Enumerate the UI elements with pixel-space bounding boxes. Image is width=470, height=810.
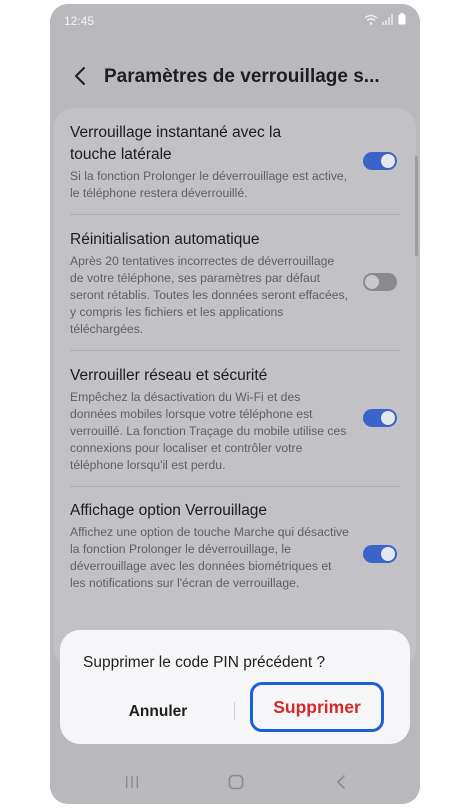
setting-title: Affichage option Verrouillage [70,502,268,519]
toggle-knob [381,547,395,561]
confirm-dialog: Supprimer le code PIN précédent ? Annule… [60,630,410,744]
delete-button[interactable]: Supprimer [250,682,384,732]
instant-lock-toggle[interactable] [363,152,397,170]
setting-auto-reset[interactable]: Réinitialisation automatique Après 20 te… [70,229,400,338]
page-title: Paramètres de verrouillage s... [104,66,380,87]
divider [70,486,400,487]
recents-icon[interactable] [124,774,140,795]
setting-description: Si la fonction Prolonger le déverrouilla… [70,169,348,200]
setting-description: Empêchez la désactivation du Wi-Fi et de… [70,390,347,472]
settings-card: Verrouillage instantané avec la touche l… [54,108,416,668]
status-time: 12:45 [64,14,95,28]
wifi-icon [364,14,378,25]
signal-icon [382,13,394,25]
toggle-knob [381,411,395,425]
status-bar: 12:45 [50,4,420,36]
button-divider [234,702,235,720]
divider [70,214,400,215]
network-lock-toggle[interactable] [363,409,397,427]
toggle-knob [365,275,379,289]
status-icons [364,13,406,25]
setting-description: Après 20 tentatives incorrectes de déver… [70,254,349,336]
scrollbar[interactable] [415,156,418,256]
cancel-button[interactable]: Annuler [90,692,226,732]
setting-instant-lock[interactable]: Verrouillage instantané avec la touche l… [70,122,400,202]
chevron-left-icon[interactable] [72,66,90,86]
battery-icon [398,13,406,25]
lockdown-option-toggle[interactable] [363,545,397,563]
phone-screen: 12:45 Paramètres de verrouillage s... Ve… [50,4,420,804]
setting-title: Verrouillage instantané avec la touche l… [70,124,282,163]
home-icon[interactable] [228,774,244,795]
setting-lockdown-option[interactable]: Affichage option Verrouillage Affichez u… [70,500,400,592]
setting-network-lock[interactable]: Verrouiller réseau et sécurité Empêchez … [70,365,400,474]
setting-description: Affichez une option de touche Marche qui… [70,525,349,590]
setting-title: Réinitialisation automatique [70,231,260,248]
navigation-bar [50,762,420,804]
back-nav-icon[interactable] [334,774,348,795]
setting-title: Verrouiller réseau et sécurité [70,367,268,384]
auto-reset-toggle[interactable] [363,273,397,291]
header: Paramètres de verrouillage s... [50,56,420,96]
toggle-knob [381,154,395,168]
divider [70,350,400,351]
dialog-message: Supprimer le code PIN précédent ? [83,654,326,671]
